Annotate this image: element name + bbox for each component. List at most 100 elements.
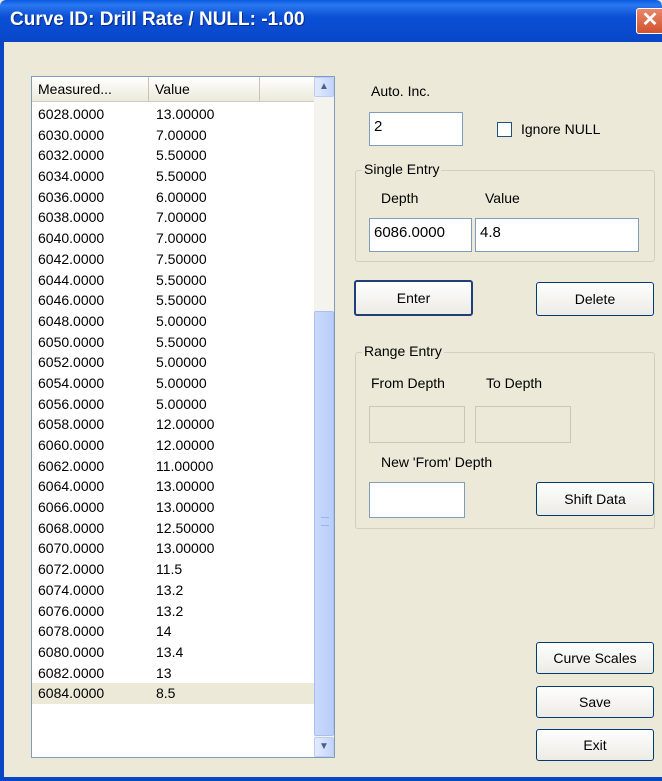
- value-cell: 12.00000: [156, 416, 215, 433]
- list-vertical-scrollbar[interactable]: ▲ ▼: [314, 77, 334, 757]
- value-cell: 11.00000: [156, 457, 214, 474]
- list-row[interactable]: 6044.0000 5.50000: [32, 270, 314, 291]
- single-depth-input[interactable]: 6086.0000: [369, 218, 472, 252]
- delete-button[interactable]: Delete: [536, 282, 654, 316]
- depth-cell: 6062.0000: [38, 457, 105, 474]
- value-cell: 12.00000: [156, 437, 215, 453]
- list-rows: 6028.0000 13.00000 6030.0000 7.00000 6032.00…: [32, 104, 314, 704]
- depth-cell: 6072.0000: [38, 561, 105, 578]
- value-cell: 14: [156, 623, 172, 640]
- depth-cell: 6084.0000: [38, 685, 105, 702]
- list-row[interactable]: 6082.0000 13: [32, 663, 314, 684]
- depth-cell: 6048.0000: [38, 312, 105, 329]
- list-row[interactable]: 6032.0000 5.50000: [32, 145, 314, 166]
- chevron-up-icon: ▲: [319, 81, 329, 92]
- depth-cell: 6082.0000: [38, 664, 105, 681]
- single-entry-caption: Single Entry: [362, 161, 442, 177]
- list-row[interactable]: 6062.0000 11.00000: [32, 456, 314, 477]
- depth-cell: 6044.0000: [38, 271, 105, 288]
- value-cell: 5.50000: [156, 147, 207, 164]
- list-row[interactable]: 6074.0000 13.2: [32, 580, 314, 601]
- scrollbar-thumb[interactable]: [314, 311, 334, 736]
- shift-data-button[interactable]: Shift Data: [536, 482, 654, 516]
- save-button[interactable]: Save: [536, 686, 654, 718]
- auto-inc-label: Auto. Inc.: [371, 83, 431, 99]
- list-row[interactable]: 6080.0000 13.4: [32, 642, 314, 663]
- list-row[interactable]: 6050.0000 5.50000: [32, 332, 314, 353]
- value-cell: 13.00000: [156, 540, 215, 557]
- title-bar[interactable]: Curve ID: Drill Rate / NULL: -1.00 ✕: [0, 0, 662, 42]
- list-row[interactable]: 6056.0000 5.00000: [32, 394, 314, 415]
- depth-cell: 6070.0000: [38, 540, 105, 557]
- list-row[interactable]: 6030.0000 7.00000: [32, 125, 314, 146]
- list-row[interactable]: 6084.0000 8.5: [32, 683, 314, 704]
- value-cell: 5.50000: [156, 168, 207, 185]
- depth-cell: 6052.0000: [38, 354, 105, 371]
- list-row[interactable]: 6048.0000 5.00000: [32, 311, 314, 332]
- to-depth-label: To Depth: [486, 375, 543, 391]
- enter-button[interactable]: Enter: [354, 280, 473, 316]
- value-cell: 5.00000: [156, 374, 207, 391]
- list-row[interactable]: 6078.0000 14: [32, 621, 314, 642]
- new-from-depth-input[interactable]: [369, 482, 465, 518]
- ignore-null-checkbox[interactable]: [497, 122, 512, 137]
- depth-cell: 6054.0000: [38, 374, 105, 391]
- column-header-blank: [260, 77, 314, 101]
- list-row[interactable]: 6042.0000 7.50000: [32, 249, 314, 270]
- depth-cell: 6042.0000: [38, 250, 105, 267]
- list-row[interactable]: 6036.0000 6.00000: [32, 187, 314, 208]
- list-header: Measured... Value: [32, 77, 314, 102]
- list-row[interactable]: 6040.0000 7.00000: [32, 228, 314, 249]
- value-cell: 7.00000: [156, 209, 207, 226]
- curve-scales-button[interactable]: Curve Scales: [536, 642, 654, 674]
- list-row[interactable]: 6076.0000 13.2: [32, 601, 314, 622]
- list-row[interactable]: 6058.0000 12.00000: [32, 414, 314, 435]
- depth-cell: 6040.0000: [38, 230, 105, 247]
- list-row[interactable]: 6046.0000 5.50000: [32, 290, 314, 311]
- depth-cell: 6058.0000: [38, 416, 105, 433]
- list-row[interactable]: 6054.0000 5.00000: [32, 373, 314, 394]
- value-cell: 13.2: [156, 602, 184, 619]
- list-row[interactable]: 6034.0000 5.50000: [32, 166, 314, 187]
- single-value-input[interactable]: 4.8: [475, 218, 639, 252]
- depth-cell: 6032.0000: [38, 147, 105, 164]
- column-header-measured[interactable]: Measured...: [32, 77, 149, 101]
- close-icon: ✕: [641, 9, 659, 31]
- list-row[interactable]: 6066.0000 13.00000: [32, 497, 314, 518]
- from-depth-input[interactable]: [369, 406, 465, 443]
- to-depth-input[interactable]: [475, 406, 571, 443]
- list-row[interactable]: 6038.0000 7.00000: [32, 207, 314, 228]
- depth-cell: 6064.0000: [38, 478, 105, 495]
- range-entry-caption: Range Entry: [362, 343, 444, 359]
- value-cell: 12.50000: [156, 519, 215, 536]
- list-row[interactable]: 6068.0000 12.50000: [32, 518, 314, 539]
- depth-cell: 6078.0000: [38, 623, 105, 640]
- list-row[interactable]: 6064.0000 13.00000: [32, 476, 314, 497]
- list-row[interactable]: 6060.0000 12.00000: [32, 435, 314, 456]
- depth-cell: 6028.0000: [38, 106, 105, 122]
- depth-cell: 6046.0000: [38, 292, 105, 309]
- auto-inc-input[interactable]: 2: [369, 112, 463, 146]
- list-row[interactable]: 6028.0000 13.00000: [32, 104, 314, 125]
- value-cell: 13.4: [156, 643, 184, 660]
- value-cell: 5.50000: [156, 292, 207, 309]
- list-row[interactable]: 6070.0000 13.00000: [32, 538, 314, 559]
- value-cell: 13: [156, 664, 172, 681]
- exit-button[interactable]: Exit: [536, 729, 654, 761]
- from-depth-label: From Depth: [371, 375, 445, 391]
- chevron-down-icon: ▼: [319, 741, 329, 752]
- value-cell: 6.00000: [156, 188, 207, 205]
- close-button[interactable]: ✕: [636, 8, 662, 34]
- value-cell: 13.00000: [156, 499, 215, 516]
- depth-label: Depth: [381, 190, 419, 206]
- scroll-up-button[interactable]: ▲: [314, 77, 334, 97]
- value-cell: 7.00000: [156, 126, 207, 143]
- column-header-value[interactable]: Value: [149, 77, 260, 101]
- list-row[interactable]: 6052.0000 5.00000: [32, 352, 314, 373]
- value-cell: 5.00000: [156, 312, 207, 329]
- scroll-down-button[interactable]: ▼: [314, 737, 334, 757]
- list-row[interactable]: 6072.0000 11.5: [32, 559, 314, 580]
- depth-value-list[interactable]: Measured... Value 6028.0000 13.00000 6030.…: [31, 76, 335, 758]
- depth-cell: 6068.0000: [38, 519, 105, 536]
- grip-icon: [321, 517, 329, 526]
